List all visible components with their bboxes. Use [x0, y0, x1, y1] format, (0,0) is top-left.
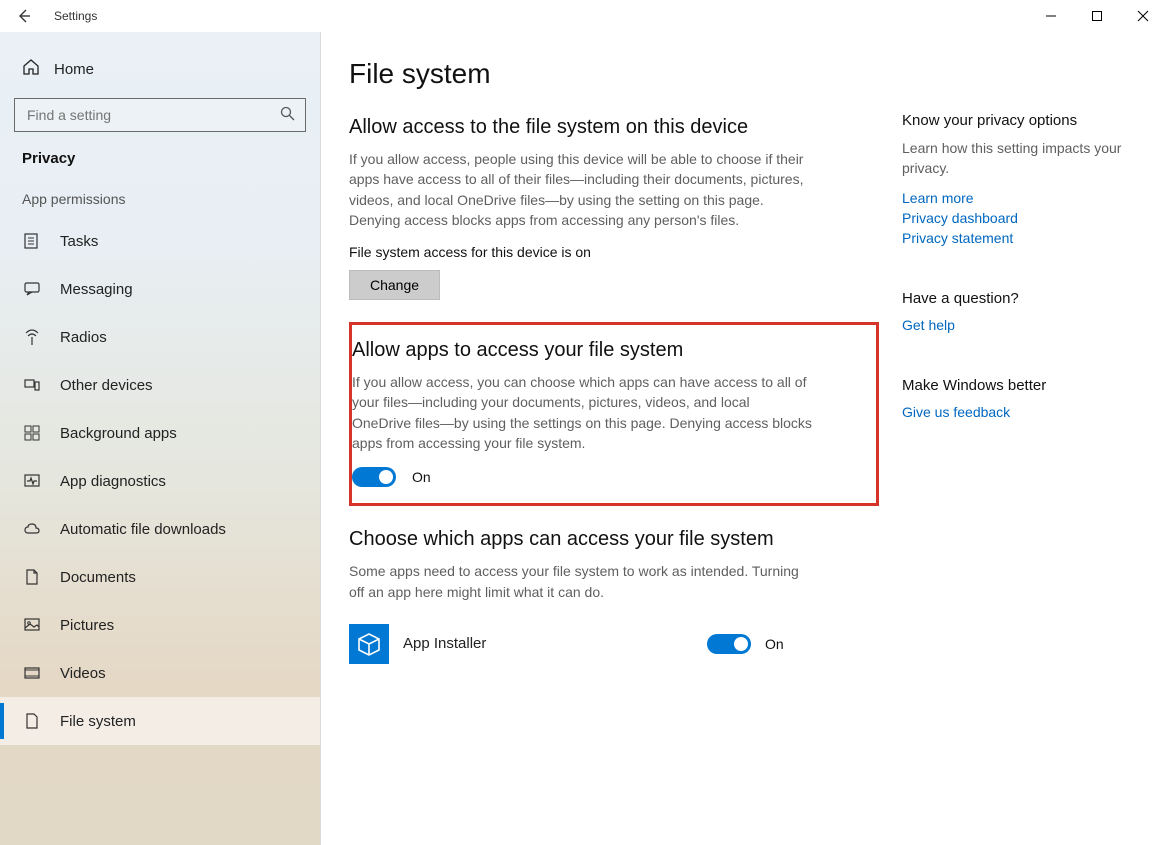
section2-desc: If you allow access, you can choose whic… — [352, 372, 812, 453]
arrow-left-icon — [17, 9, 31, 23]
sidebar-item-videos[interactable]: Videos — [0, 649, 320, 697]
sidebar-item-documents[interactable]: Documents — [0, 553, 320, 601]
sidebar-list: Tasks Messaging Radios Other devices Bac… — [0, 217, 320, 745]
link-get-help[interactable]: Get help — [902, 317, 1142, 333]
sidebar-item-app-diagnostics[interactable]: App diagnostics — [0, 457, 320, 505]
sidebar-item-messaging[interactable]: Messaging — [0, 265, 320, 313]
section1-title: Allow access to the file system on this … — [349, 116, 879, 139]
app-toggle-label: On — [765, 636, 784, 652]
link-privacy-dashboard[interactable]: Privacy dashboard — [902, 210, 1142, 226]
section1-desc: If you allow access, people using this d… — [349, 149, 809, 230]
messaging-icon — [22, 280, 42, 298]
other-devices-icon — [22, 376, 42, 394]
sidebar-home-label: Home — [54, 61, 94, 78]
sidebar-item-label: Automatic file downloads — [60, 521, 226, 538]
back-button[interactable] — [0, 0, 48, 32]
sidebar-item-label: Background apps — [60, 425, 177, 442]
allow-apps-toggle[interactable] — [352, 467, 396, 487]
pictures-icon — [22, 616, 42, 634]
sidebar-item-label: Tasks — [60, 233, 98, 250]
section2-highlight: Allow apps to access your file system If… — [349, 322, 879, 506]
radios-icon — [22, 328, 42, 346]
background-apps-icon — [22, 424, 42, 442]
rail-question: Have a question? Get help — [902, 290, 1142, 333]
sidebar-item-label: File system — [60, 713, 136, 730]
app-installer-icon — [349, 624, 389, 664]
app-diagnostics-icon — [22, 472, 42, 490]
content: File system Allow access to the file sys… — [320, 32, 1166, 845]
app-toggle[interactable] — [707, 634, 751, 654]
page-title: File system — [349, 58, 879, 90]
sidebar-item-label: Videos — [60, 665, 106, 682]
sidebar-subsection: App permissions — [0, 181, 320, 217]
maximize-icon — [1092, 11, 1102, 21]
window-title: Settings — [54, 9, 97, 23]
section3-title: Choose which apps can access your file s… — [349, 528, 879, 551]
file-system-icon — [22, 712, 42, 730]
sidebar-item-label: Other devices — [60, 377, 153, 394]
sidebar-section-title: Privacy — [0, 150, 320, 181]
sidebar-item-automatic-file-downloads[interactable]: Automatic file downloads — [0, 505, 320, 553]
rail-desc: Learn how this setting impacts your priv… — [902, 139, 1142, 178]
sidebar-item-label: Pictures — [60, 617, 114, 634]
sidebar-item-other-devices[interactable]: Other devices — [0, 361, 320, 409]
link-privacy-statement[interactable]: Privacy statement — [902, 230, 1142, 246]
minimize-icon — [1046, 11, 1056, 21]
sidebar: Home Privacy App permissions Tasks Messa… — [0, 32, 320, 845]
rail-title: Have a question? — [902, 290, 1142, 307]
documents-icon — [22, 568, 42, 586]
rail-privacy-options: Know your privacy options Learn how this… — [902, 112, 1142, 246]
allow-apps-toggle-label: On — [412, 469, 431, 485]
search-input-wrap[interactable] — [14, 98, 306, 132]
sidebar-item-pictures[interactable]: Pictures — [0, 601, 320, 649]
minimize-button[interactable] — [1028, 0, 1074, 32]
home-icon — [22, 58, 40, 80]
tasks-icon — [22, 232, 42, 250]
section1-status: File system access for this device is on — [349, 244, 879, 260]
close-button[interactable] — [1120, 0, 1166, 32]
close-icon — [1138, 11, 1148, 21]
change-button[interactable]: Change — [349, 270, 440, 300]
app-name: App Installer — [403, 635, 693, 652]
sidebar-item-label: Radios — [60, 329, 107, 346]
link-learn-more[interactable]: Learn more — [902, 190, 1142, 206]
sidebar-item-radios[interactable]: Radios — [0, 313, 320, 361]
rail-title: Make Windows better — [902, 377, 1142, 394]
search-input[interactable] — [25, 106, 280, 124]
sidebar-item-tasks[interactable]: Tasks — [0, 217, 320, 265]
section2-title: Allow apps to access your file system — [352, 339, 858, 362]
search-icon — [280, 106, 295, 124]
maximize-button[interactable] — [1074, 0, 1120, 32]
sidebar-home[interactable]: Home — [0, 44, 320, 98]
sidebar-item-background-apps[interactable]: Background apps — [0, 409, 320, 457]
cloud-icon — [22, 520, 42, 538]
videos-icon — [22, 664, 42, 682]
sidebar-item-label: Messaging — [60, 281, 133, 298]
sidebar-item-label: App diagnostics — [60, 473, 166, 490]
section3-desc: Some apps need to access your file syste… — [349, 561, 809, 602]
app-row: App Installer On — [349, 616, 879, 664]
link-give-feedback[interactable]: Give us feedback — [902, 404, 1142, 420]
window-controls — [1028, 0, 1166, 32]
titlebar: Settings — [0, 0, 1166, 32]
rail-feedback: Make Windows better Give us feedback — [902, 377, 1142, 420]
right-rail: Know your privacy options Learn how this… — [902, 112, 1142, 464]
rail-title: Know your privacy options — [902, 112, 1142, 129]
sidebar-item-label: Documents — [60, 569, 136, 586]
sidebar-item-file-system[interactable]: File system — [0, 697, 320, 745]
